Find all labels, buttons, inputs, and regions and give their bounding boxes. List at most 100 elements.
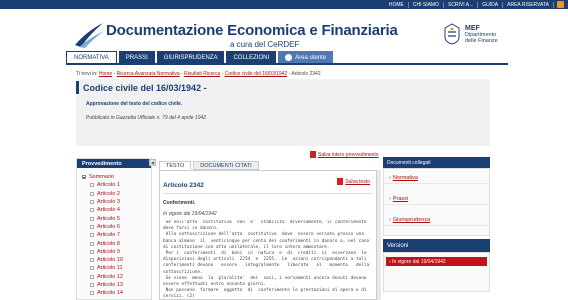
- top-link-home[interactable]: HOME: [385, 1, 409, 8]
- tree-item-article[interactable]: Articolo 3: [82, 198, 151, 206]
- tree-root[interactable]: Sommario: [82, 173, 151, 181]
- nav-area-utente-label: Area utente: [295, 54, 327, 61]
- tree-item-label: Articolo 3: [97, 199, 120, 206]
- site-title[interactable]: Documentazione Economica e Finanziaria: [106, 22, 398, 39]
- top-link-guida[interactable]: GUIDA: [478, 1, 504, 8]
- divider: [163, 193, 373, 194]
- arrow-icon: ›: [389, 196, 391, 202]
- site-header: Documentazione Economica e Finanziaria a…: [0, 9, 568, 49]
- user-icon: [285, 54, 293, 61]
- tab-documenti-citati[interactable]: DOCUMENTI CITATI: [193, 161, 259, 170]
- page-title: Codice civile del 16/03/1942 -: [83, 83, 207, 93]
- linked-normativa-label: Normativa: [392, 175, 418, 181]
- pdf-icon: [337, 178, 344, 185]
- tab-testo[interactable]: TESTO: [159, 161, 192, 170]
- article-line: servizi. (2): [163, 294, 195, 300]
- provvedimento-panel: Provvedimento Sommario Articolo 1 Articol…: [76, 158, 152, 300]
- document-icon: [90, 224, 94, 229]
- collapse-tree-icon[interactable]: [82, 175, 86, 180]
- save-text-label: Salva testo: [345, 178, 370, 185]
- document-header: Codice civile del 16/03/1942 - Approvazi…: [76, 79, 490, 146]
- article-line: banca almeno il venticinque per cento de…: [163, 238, 370, 244]
- swoosh-logo-icon: [75, 23, 104, 48]
- tree-item-article[interactable]: Articolo 1: [82, 181, 151, 189]
- tree-item-article[interactable]: Articolo 2: [82, 190, 151, 198]
- versions-list: › In vigore dal 19/04/1942: [383, 252, 490, 292]
- document-icon: [90, 208, 94, 213]
- linked-giurisprudenza[interactable]: › Giurisprudenza: [384, 215, 489, 226]
- tree-item-label: Articolo 1: [97, 182, 120, 189]
- collapse-panel-button[interactable]: ◀: [149, 159, 156, 166]
- article-heading: Conferimenti.: [163, 200, 196, 206]
- save-text-link[interactable]: Salva testo: [337, 178, 370, 185]
- content-tabs: TESTO DOCUMENTI CITATI: [159, 161, 259, 170]
- document-icon: [90, 258, 94, 263]
- document-icon: [90, 216, 94, 221]
- tree-item-article[interactable]: Articolo 4: [82, 206, 151, 214]
- breadcrumb-risultati[interactable]: Risultati Ricerca: [184, 71, 220, 77]
- tree-item-article[interactable]: Articolo 8: [82, 239, 151, 247]
- tree-item-label: Articolo 13: [97, 282, 123, 288]
- version-active-label: In vigore dal 19/04/1942: [392, 258, 446, 265]
- document-icon: [90, 283, 94, 287]
- document-approval: Approvazione del testo del codice civile…: [86, 101, 183, 107]
- document-icon: [90, 191, 94, 196]
- tree-item-label: Articolo 4: [97, 207, 120, 214]
- tree-item-label: Articolo 12: [97, 273, 123, 280]
- linked-normativa[interactable]: › Normativa: [384, 173, 489, 184]
- linked-prassi[interactable]: › Prassi: [384, 194, 489, 205]
- tree-item-article[interactable]: Articolo 5: [82, 214, 151, 222]
- tree-item-article[interactable]: Articolo 12: [82, 273, 151, 281]
- top-link-chi-siamo[interactable]: CHI SIAMO: [409, 1, 444, 8]
- content-scrollbar[interactable]: [377, 170, 381, 300]
- document-icon: [90, 274, 94, 279]
- tree-item-label: Articolo 7: [97, 232, 120, 239]
- version-active[interactable]: › In vigore dal 19/04/1942: [386, 257, 487, 266]
- arrow-icon: ›: [389, 175, 391, 181]
- tree-item-article[interactable]: Articolo 6: [82, 223, 151, 231]
- save-all-link[interactable]: Salva intero provvedimento: [310, 151, 379, 158]
- document-icon: [90, 291, 94, 296]
- document-icon: [90, 266, 94, 271]
- mef-logo[interactable]: MEF Dipartimento delle Finanze: [442, 23, 498, 49]
- versions-header: Versioni: [383, 239, 490, 252]
- breadcrumb: Ti trovi in: Home - Ricerca Avanzata Nor…: [76, 71, 321, 77]
- document-icon: [90, 233, 94, 238]
- document-icon: [90, 183, 94, 188]
- tree-item-article[interactable]: Articolo 10: [82, 256, 151, 264]
- article-body: Se nell'atto costitutivo non e' stabilit…: [163, 220, 370, 300]
- breadcrumb-home[interactable]: Home: [99, 71, 112, 77]
- linked-prassi-label: Prassi: [392, 196, 409, 202]
- tree-item-label: Articolo 5: [97, 215, 120, 222]
- breadcrumb-ricerca[interactable]: Ricerca Avanzata Normativa: [117, 71, 180, 77]
- nav-underline: [66, 63, 508, 65]
- rss-icon[interactable]: [557, 1, 564, 8]
- title-accent: [76, 81, 79, 94]
- article-tree: Sommario Articolo 1 Articolo 2 Articolo 3A…: [77, 168, 151, 297]
- tree-item-article[interactable]: Articolo 14: [82, 289, 151, 297]
- linked-docs-header: Documenti collegati: [383, 157, 490, 168]
- tree-item-article[interactable]: Articolo 13: [82, 281, 151, 289]
- tree-item-article[interactable]: Articolo 7: [82, 231, 151, 239]
- top-link-scrivi[interactable]: SCRIVI A...: [444, 1, 479, 8]
- tree-item-label: Articolo 2: [97, 190, 120, 197]
- tree-item-article[interactable]: Articolo 9: [82, 248, 151, 256]
- document-icon: [90, 200, 94, 205]
- document-published: Pubblicato in Gazzetta Ufficiale n. 79 d…: [86, 115, 207, 121]
- top-link-area-riservata[interactable]: AREA RISERVATA: [503, 1, 554, 8]
- tree-item-label: Articolo 10: [97, 257, 123, 264]
- site-subtitle: a cura del CeRDEF: [230, 40, 300, 49]
- tree-item-label: Articolo 14: [97, 290, 123, 297]
- document-icon: [90, 241, 94, 246]
- save-all-label: Salva intero provvedimento: [318, 151, 379, 158]
- article-line: Alla sottoscrizione dell'atto costitutiv…: [163, 232, 364, 238]
- page: HOME CHI SIAMO SCRIVI A... GUIDA AREA RI…: [0, 0, 568, 300]
- right-sidebar: Documenti collegati › Normativa › Prassi ›…: [383, 157, 490, 300]
- breadcrumb-current: Articolo 2342: [291, 71, 321, 77]
- pdf-icon: [310, 151, 316, 158]
- breadcrumb-codice[interactable]: Codice civile del 16/03/1942: [225, 71, 288, 77]
- tree-item-label: Articolo 9: [97, 248, 120, 255]
- arrow-icon: ›: [389, 217, 391, 223]
- mef-emblem-icon: [444, 23, 460, 45]
- tree-item-article[interactable]: Articolo 11: [82, 264, 151, 272]
